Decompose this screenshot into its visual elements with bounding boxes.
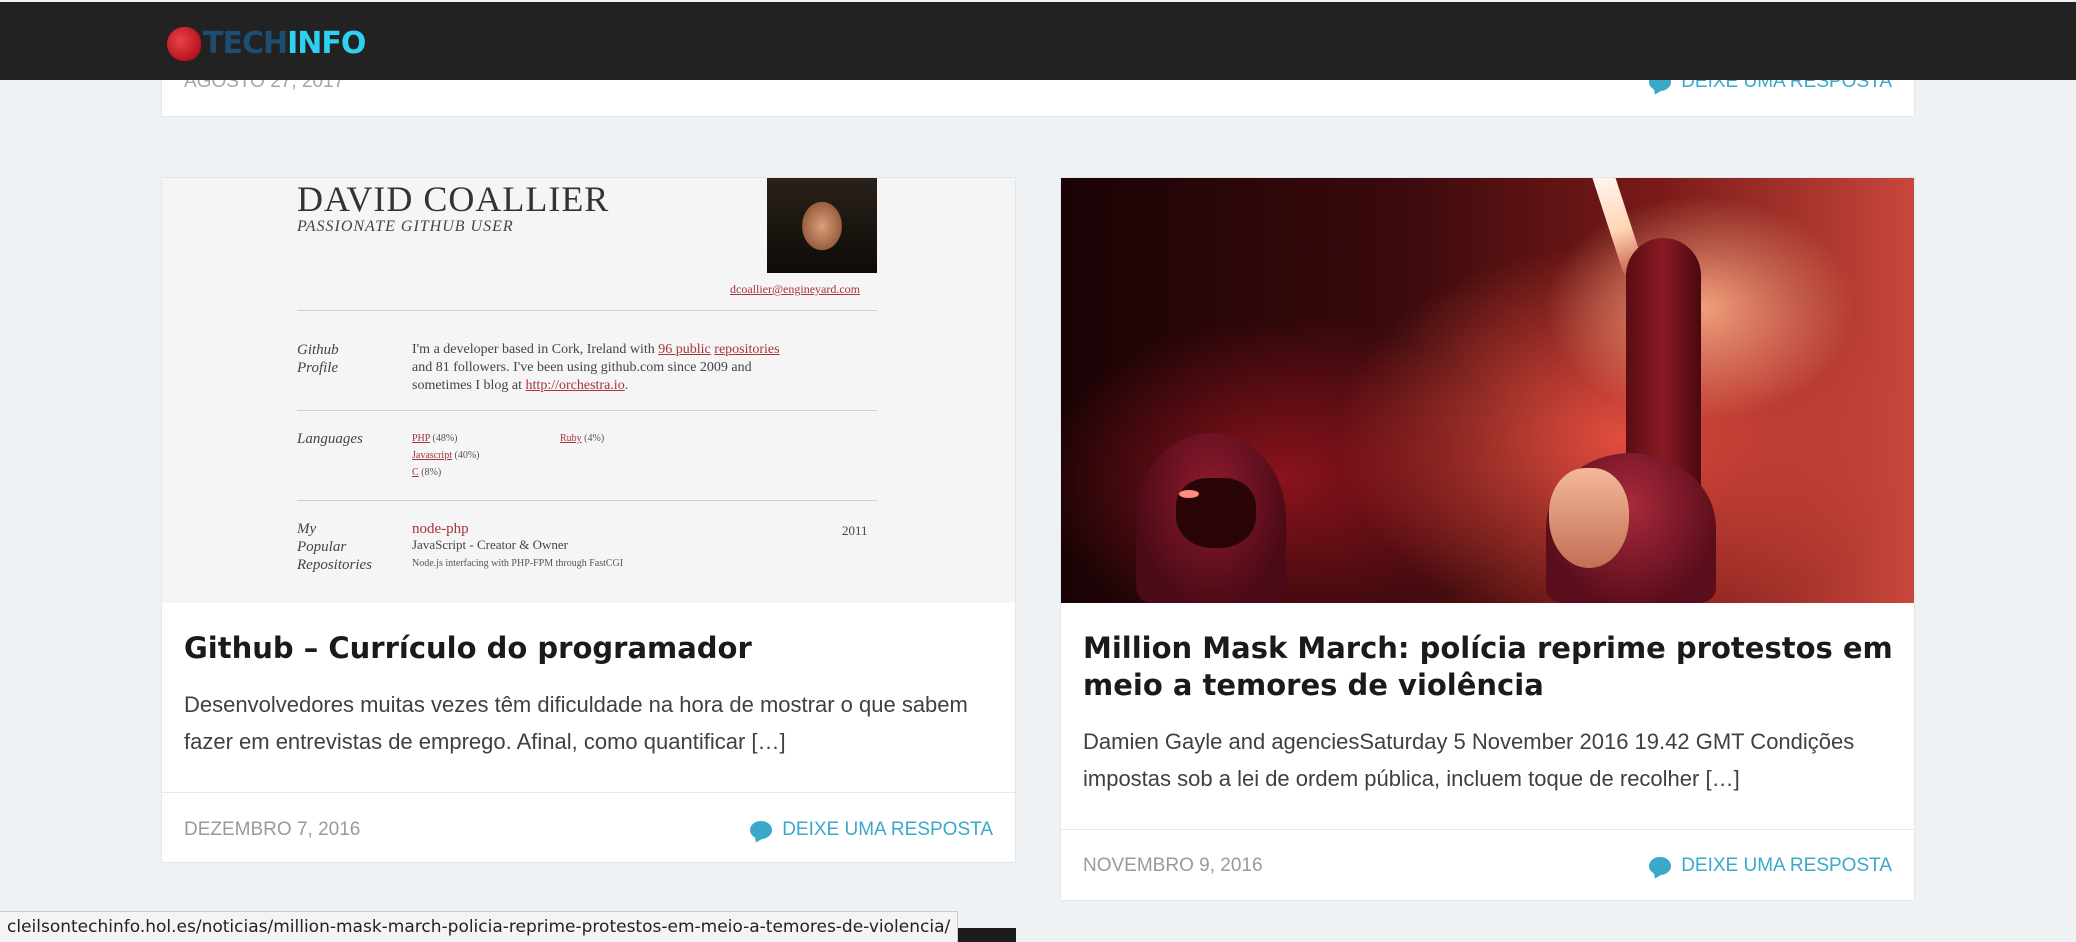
card-divider	[1061, 829, 1914, 830]
resume-label: Languages	[297, 431, 363, 447]
post-card: Million Mask March: polícia reprime prot…	[1060, 177, 1915, 901]
reply-link[interactable]: DEIXE UMA RESPOSTA	[1649, 855, 1892, 877]
eye-shape	[1179, 490, 1199, 498]
repo-year: 2011	[842, 523, 868, 538]
divider	[297, 310, 877, 311]
comment-icon	[1649, 857, 1672, 875]
brain-logo-icon	[167, 27, 201, 61]
post-title[interactable]: Million Mask March: polícia reprime prot…	[1083, 630, 1893, 704]
lang-php: PHP (48%)	[412, 433, 458, 444]
resume-email: dcoallier@engineyard.com	[730, 282, 860, 296]
guy-fawkes-mask-shape	[1549, 468, 1629, 568]
repo-desc: Node.js interfacing with PHP-FPM through…	[412, 558, 624, 569]
lang-c: C (8%)	[412, 467, 442, 478]
post-excerpt: Damien Gayle and agenciesSaturday 5 Nove…	[1083, 729, 1855, 791]
resume-label: Github Profile	[297, 342, 339, 376]
divider	[297, 500, 877, 501]
site-header: TECHINFO	[0, 2, 2076, 80]
post-title[interactable]: Github – Currículo do programador	[184, 630, 994, 667]
status-bar-url: cleilsontechinfo.hol.es/noticias/million…	[0, 911, 959, 942]
resume-label: My Popular Repositories	[297, 521, 372, 573]
post-date: DEZEMBRO 7, 2016	[184, 819, 361, 840]
resume-name: DAVID COALLIER	[297, 179, 610, 219]
comment-icon	[750, 821, 773, 839]
lang-js: Javascript (40%)	[412, 450, 480, 461]
resume-photo	[767, 178, 877, 273]
divider	[297, 410, 877, 411]
resume-github-text: I'm a developer based in Cork, Ireland w…	[412, 342, 780, 393]
reply-link[interactable]: DEIXE UMA RESPOSTA	[750, 819, 993, 841]
site-logo[interactable]: TECHINFO	[167, 24, 366, 64]
logo-text: TECHINFO	[203, 26, 366, 61]
post-thumbnail[interactable]: DAVID COALLIER PASSIONATE GITHUB USER dc…	[162, 178, 1015, 603]
post-excerpt: Desenvolvedores muitas vezes têm dificul…	[184, 692, 968, 754]
post-date: NOVEMBRO 9, 2016	[1083, 855, 1263, 876]
post-thumbnail[interactable]	[1061, 178, 1914, 603]
masked-face-shape	[1176, 478, 1256, 548]
repo-role: JavaScript - Creator & Owner	[412, 537, 568, 552]
post-card: DAVID COALLIER PASSIONATE GITHUB USER dc…	[161, 177, 1016, 863]
lang-ruby: Ruby (4%)	[560, 433, 605, 444]
card-divider	[162, 792, 1015, 793]
resume-role: PASSIONATE GITHUB USER	[297, 218, 514, 235]
